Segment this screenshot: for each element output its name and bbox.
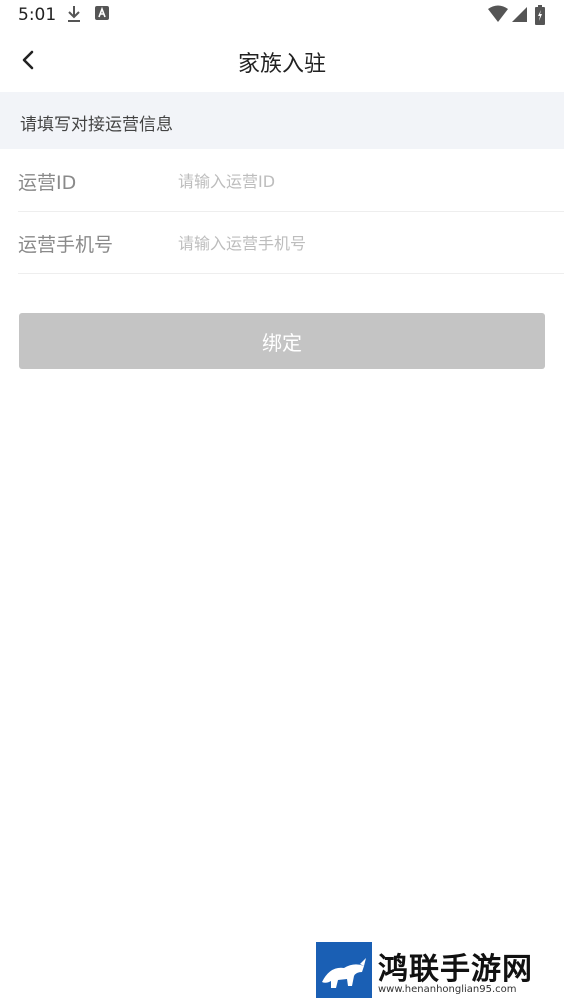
- page-title: 家族入驻: [237, 52, 326, 77]
- text-icon: [94, 5, 110, 25]
- nav-bar: 家族入驻: [0, 30, 564, 92]
- watermark-url: www.henanhonglian95.com: [378, 984, 517, 995]
- bull-logo-icon: [316, 942, 372, 998]
- operator-id-row: 运营ID: [18, 150, 564, 212]
- wifi-icon: [488, 5, 508, 27]
- operator-phone-row: 运营手机号: [18, 212, 564, 274]
- status-time: 5:01: [18, 5, 57, 25]
- operator-id-input[interactable]: [178, 164, 538, 198]
- operator-phone-input[interactable]: [178, 226, 538, 260]
- signal-icon: [512, 5, 528, 27]
- watermark-title: 鸿联手游网: [378, 952, 533, 987]
- status-bar: 5:01: [0, 0, 564, 30]
- section-header-text: 请填写对接运营信息: [20, 115, 173, 135]
- operator-phone-label: 运营手机号: [18, 234, 114, 256]
- section-header: 请填写对接运营信息: [0, 92, 564, 149]
- operator-id-label: 运营ID: [18, 172, 77, 194]
- bind-button[interactable]: 绑定: [19, 313, 545, 369]
- battery-icon: [535, 5, 545, 29]
- watermark: 鸿联手游网 www.henanhonglian95.com: [316, 942, 560, 998]
- download-icon: [66, 5, 82, 27]
